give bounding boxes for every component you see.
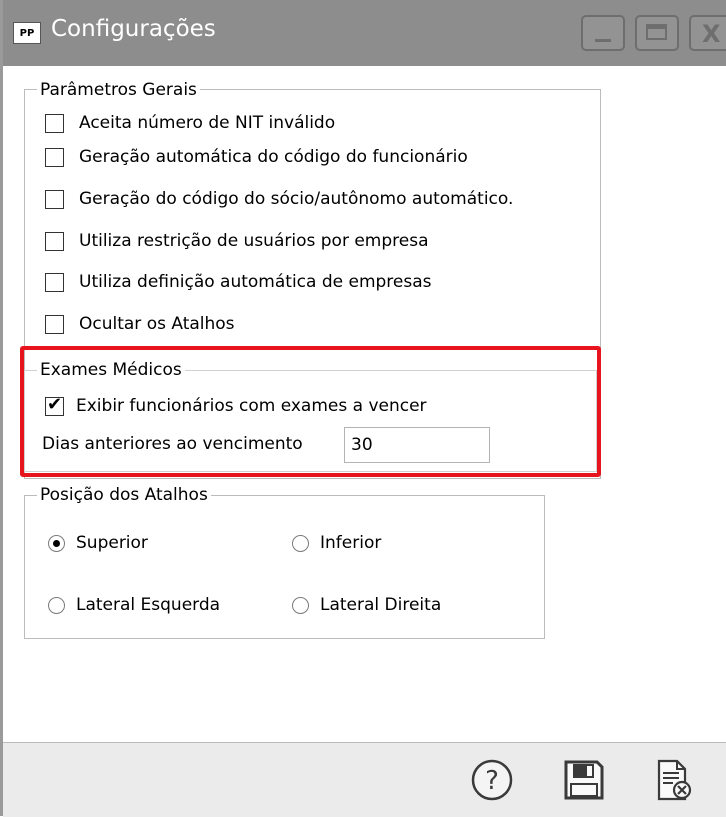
close-icon: X bbox=[702, 20, 721, 48]
checkbox[interactable] bbox=[45, 314, 64, 334]
radio-lateral-direita[interactable]: Lateral Direita bbox=[292, 592, 441, 618]
option-label: Aceita número de NIT inválido bbox=[79, 113, 336, 133]
radio-button[interactable] bbox=[292, 534, 309, 552]
option-label: Utiliza restrição de usuários por empres… bbox=[79, 231, 429, 251]
radio-label: Superior bbox=[76, 533, 148, 553]
radio-button[interactable] bbox=[48, 596, 65, 614]
radio-superior[interactable]: Superior bbox=[48, 530, 148, 556]
save-button[interactable] bbox=[561, 757, 607, 803]
option-ocultar-atalhos[interactable]: Ocultar os Atalhos bbox=[45, 312, 235, 336]
option-label: Geração do código do sócio/autônomo auto… bbox=[79, 189, 514, 209]
exames-medicos-title: Exames Médicos bbox=[37, 360, 185, 380]
radio-inferior[interactable]: Inferior bbox=[292, 530, 381, 556]
dias-anteriores-label: Dias anteriores ao vencimento bbox=[42, 434, 303, 454]
parametros-gerais-title: Parâmetros Gerais bbox=[37, 80, 200, 100]
minimize-button[interactable] bbox=[581, 15, 625, 51]
close-document-icon bbox=[657, 759, 692, 801]
title-bar[interactable]: PP Configurações X bbox=[3, 0, 726, 66]
close-button[interactable]: X bbox=[689, 15, 726, 51]
checkbox[interactable] bbox=[45, 231, 64, 251]
option-geracao-codigo-socio[interactable]: Geração do código do sócio/autônomo auto… bbox=[45, 187, 513, 211]
option-label: Geração automática do código do funcioná… bbox=[79, 147, 468, 167]
svg-text:?: ? bbox=[485, 766, 499, 796]
radio-label: Lateral Direita bbox=[320, 595, 442, 615]
help-icon: ? bbox=[471, 759, 513, 801]
dias-anteriores-input[interactable] bbox=[344, 427, 490, 463]
help-button[interactable]: ? bbox=[469, 757, 515, 803]
option-exibir-funcionarios[interactable]: Exibir funcionários com exames a vencer bbox=[45, 394, 427, 418]
checkbox[interactable] bbox=[45, 272, 64, 292]
checkbox[interactable] bbox=[45, 189, 64, 209]
footer-toolbar: ? bbox=[3, 742, 726, 817]
option-aceita-nit[interactable]: Aceita número de NIT inválido bbox=[45, 111, 335, 135]
option-label: Ocultar os Atalhos bbox=[79, 314, 235, 334]
configuracoes-window: PP Configurações X Parâmetros Gerais Ace… bbox=[0, 0, 726, 817]
option-definicao-empresas[interactable]: Utiliza definição automática de empresas bbox=[45, 270, 432, 294]
maximize-button[interactable] bbox=[635, 15, 679, 51]
radio-label: Inferior bbox=[320, 533, 382, 553]
radio-button-selected[interactable] bbox=[48, 534, 65, 552]
option-geracao-codigo-funcionario[interactable]: Geração automática do código do funcioná… bbox=[45, 145, 468, 169]
checkbox[interactable] bbox=[45, 147, 64, 167]
close-document-button[interactable] bbox=[651, 757, 697, 803]
radio-lateral-esquerda[interactable]: Lateral Esquerda bbox=[48, 592, 220, 618]
checkbox-checked[interactable] bbox=[45, 394, 64, 416]
app-icon: PP bbox=[13, 22, 41, 44]
window-title: Configurações bbox=[51, 16, 216, 42]
option-label: Utiliza definição automática de empresas bbox=[79, 272, 432, 292]
radio-button[interactable] bbox=[292, 596, 309, 614]
radio-label: Lateral Esquerda bbox=[76, 595, 221, 615]
checkbox[interactable] bbox=[45, 113, 64, 133]
posicao-atalhos-title: Posição dos Atalhos bbox=[37, 485, 211, 505]
option-label: Exibir funcionários com exames a vencer bbox=[76, 396, 427, 416]
option-restricao-usuarios[interactable]: Utiliza restrição de usuários por empres… bbox=[45, 229, 429, 253]
save-icon bbox=[564, 760, 604, 800]
